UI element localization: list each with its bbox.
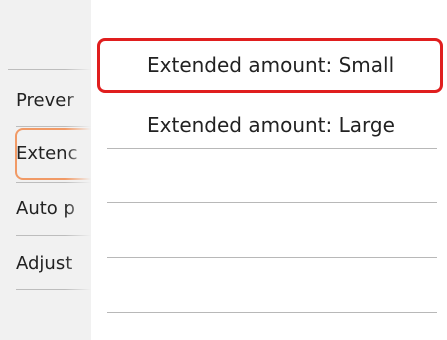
empty-row-divider (107, 257, 437, 258)
empty-row-divider (107, 148, 437, 149)
option-extended-small[interactable]: Extended amount: Small (97, 38, 443, 93)
screen: Prever Extenc Auto p Adjust Extended amo… (0, 0, 447, 340)
extended-amount-popup: Extended amount: Small Extended amount: … (91, 12, 447, 340)
empty-row-divider (107, 312, 437, 313)
overlay-shadow (65, 0, 91, 340)
option-extended-large[interactable]: Extended amount: Large (97, 98, 443, 153)
empty-row-divider (107, 202, 437, 203)
background-settings-list: Prever Extenc Auto p Adjust (0, 0, 91, 340)
